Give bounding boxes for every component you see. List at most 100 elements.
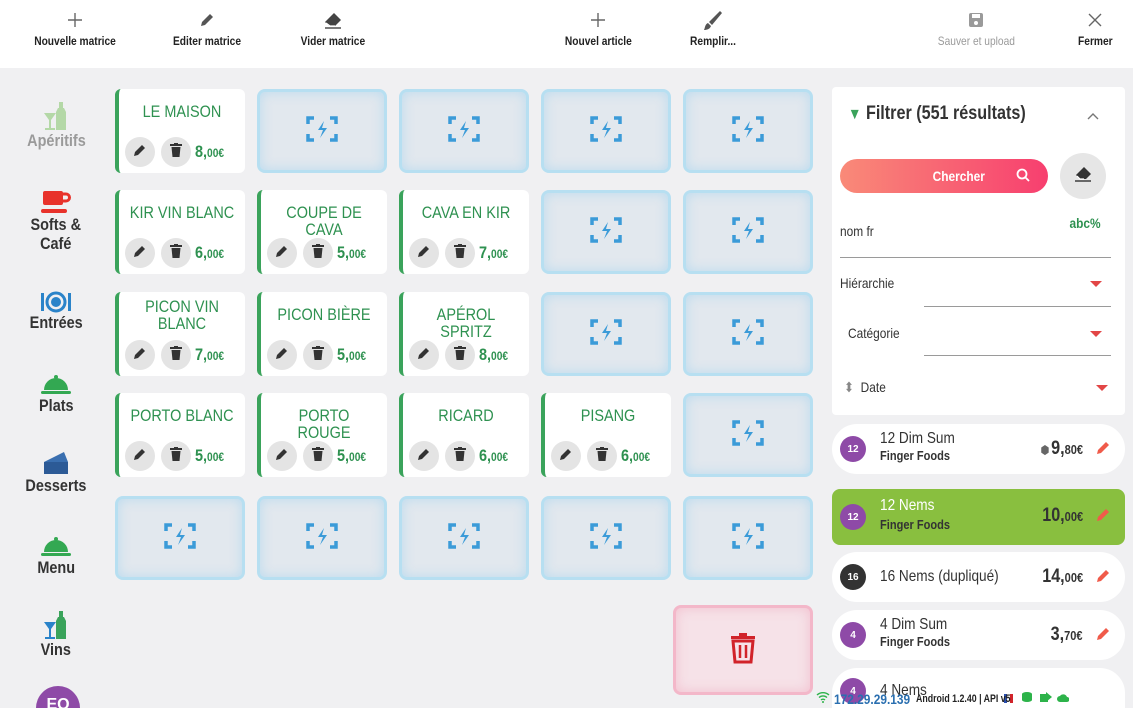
delete-product-button[interactable] <box>161 441 191 471</box>
edit-product-button[interactable] <box>125 238 155 268</box>
category-dropdown-caret[interactable] <box>1090 331 1102 337</box>
product-tile[interactable]: COUPE DE CAVA 5,00€ <box>257 190 387 274</box>
category-menu[interactable]: Menu <box>0 528 112 577</box>
edit-product-button[interactable] <box>125 340 155 370</box>
status-bar: 172.29.29.139 Android 1.2.40 | API v5 <box>816 689 1133 708</box>
empty-slot[interactable] <box>541 89 671 173</box>
empty-slot[interactable] <box>399 89 529 173</box>
edit-matrix-button[interactable]: Editer matrice <box>142 6 272 48</box>
delete-product-button[interactable] <box>161 238 191 268</box>
trash-drop-zone[interactable] <box>673 605 813 695</box>
empty-slot[interactable] <box>683 292 813 376</box>
trash-icon <box>729 632 757 669</box>
empty-slot[interactable] <box>541 292 671 376</box>
product-tile[interactable]: RICARD 6,00€ <box>399 393 529 477</box>
product-tile[interactable]: PICON VIN BLANC 7,00€ <box>115 292 245 376</box>
category-plats[interactable]: Plats <box>0 366 112 415</box>
empty-slot[interactable] <box>683 190 813 274</box>
search-button[interactable]: Chercher <box>840 159 1048 193</box>
product-name: LE MAISON <box>142 102 222 121</box>
category-vins[interactable]: Vins <box>0 610 112 659</box>
product-tile[interactable]: PORTO ROUGE 5,00€ <box>257 393 387 477</box>
name-field-label[interactable]: nom fr <box>840 223 874 239</box>
product-tile[interactable]: PORTO BLANC 5,00€ <box>115 393 245 477</box>
pencil-icon[interactable] <box>1095 568 1111 589</box>
product-actions: 7,00€ <box>409 238 513 268</box>
delete-product-button[interactable] <box>161 137 191 167</box>
product-price: 5,00€ <box>337 446 367 465</box>
category-entrees[interactable]: Entrées <box>0 283 112 332</box>
product-actions: 6,00€ <box>551 441 655 471</box>
hierarchy-dropdown-caret[interactable] <box>1090 281 1102 287</box>
category-desserts[interactable]: Desserts <box>0 446 112 495</box>
empty-slot[interactable] <box>399 496 529 580</box>
sort-field[interactable]: ⬍ Date <box>844 379 886 396</box>
product-tile[interactable]: APÉROL SPRITZ 8,00€ <box>399 292 529 376</box>
result-name: 16 Nems (dupliqué) <box>880 568 999 585</box>
sort-dropdown-caret[interactable] <box>1096 385 1108 391</box>
product-price: 8,00€ <box>195 142 225 161</box>
edit-product-button[interactable] <box>409 238 439 268</box>
delete-product-button[interactable] <box>303 340 333 370</box>
product-tile[interactable]: PISANG 6,00€ <box>541 393 671 477</box>
hierarchy-underline <box>924 306 1111 307</box>
pencil-icon[interactable] <box>1095 440 1111 461</box>
clear-filter-button[interactable] <box>1060 153 1106 199</box>
empty-slot[interactable] <box>115 496 245 580</box>
box-icon: ⬢ <box>1040 443 1050 457</box>
result-item[interactable]: 16 16 Nems (dupliqué) 14,00€ <box>832 552 1125 602</box>
product-actions: 5,00€ <box>125 441 229 471</box>
empty-slot[interactable] <box>683 89 813 173</box>
edit-product-button[interactable] <box>125 137 155 167</box>
category-aperitifs[interactable]: Apéritifs <box>0 101 112 150</box>
new-article-button[interactable]: Nouvel article <box>533 6 663 48</box>
quick-add-icon <box>732 419 764 452</box>
edit-product-button[interactable] <box>125 441 155 471</box>
product-tile[interactable]: PICON BIÈRE 5,00€ <box>257 292 387 376</box>
trash-icon <box>596 446 608 466</box>
edit-product-button[interactable] <box>267 441 297 471</box>
save-upload-button[interactable]: Sauver et upload <box>911 6 1041 48</box>
empty-slot[interactable] <box>683 496 813 580</box>
result-item-selected[interactable]: 12 12 Nems Finger Foods 10,00€ <box>832 489 1125 545</box>
cocktail-bottle-icon <box>43 101 69 131</box>
empty-slot[interactable] <box>257 89 387 173</box>
delete-product-button[interactable] <box>445 238 475 268</box>
edit-product-button[interactable] <box>267 238 297 268</box>
product-tile[interactable]: KIR VIN BLANC 6,00€ <box>115 190 245 274</box>
edit-product-button[interactable] <box>409 340 439 370</box>
match-mode-toggle[interactable]: abc% <box>1070 215 1101 231</box>
product-tile[interactable]: CAVA EN KIR 7,00€ <box>399 190 529 274</box>
delete-product-button[interactable] <box>303 238 333 268</box>
result-item[interactable]: 4 4 Dim Sum Finger Foods 3,70€ <box>832 610 1125 660</box>
delete-product-button[interactable] <box>587 441 617 471</box>
empty-slot[interactable] <box>683 393 813 477</box>
fill-button[interactable]: Remplir... <box>648 6 778 48</box>
trash-icon <box>454 446 466 466</box>
delete-product-button[interactable] <box>303 441 333 471</box>
new-matrix-button[interactable]: Nouvelle matrice <box>10 6 140 48</box>
edit-product-button[interactable] <box>267 340 297 370</box>
edit-product-button[interactable] <box>409 441 439 471</box>
empty-slot[interactable] <box>541 190 671 274</box>
category-softs-cafe[interactable]: Softs & Café <box>0 185 112 253</box>
delete-product-button[interactable] <box>445 441 475 471</box>
edit-product-button[interactable] <box>551 441 581 471</box>
delete-product-button[interactable] <box>445 340 475 370</box>
empty-slot[interactable] <box>257 496 387 580</box>
clear-matrix-button[interactable]: Vider matrice <box>268 6 398 48</box>
empty-slot[interactable] <box>541 496 671 580</box>
delete-product-button[interactable] <box>161 340 191 370</box>
pencil-icon[interactable] <box>1095 507 1111 528</box>
close-button[interactable]: Fermer <box>1030 6 1133 48</box>
chevron-up-icon[interactable] <box>1087 107 1099 123</box>
pencil-icon[interactable] <box>1095 626 1111 647</box>
quick-add-icon <box>732 115 764 148</box>
result-category: Finger Foods <box>880 634 950 649</box>
product-price: 7,00€ <box>195 345 225 364</box>
result-item[interactable]: 12 12 Dim Sum Finger Foods ⬢9,80€ <box>832 424 1125 474</box>
product-price: 6,00€ <box>195 243 225 262</box>
product-tile[interactable]: LE MAISON 8,00€ <box>115 89 245 173</box>
plus-icon <box>590 6 606 34</box>
result-category: Finger Foods <box>880 448 950 463</box>
